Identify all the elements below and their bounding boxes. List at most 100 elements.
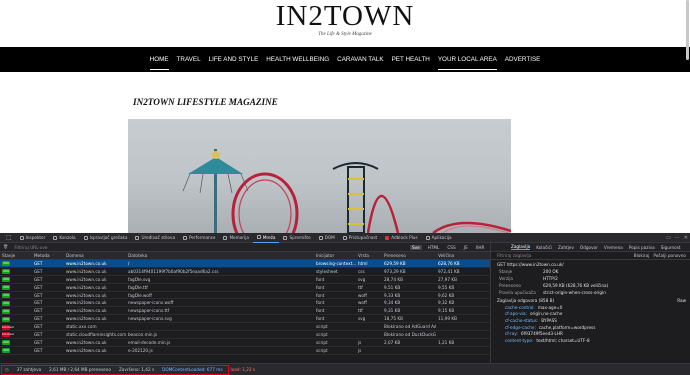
devtools-toolbar: ⬚ Inspektor Konzola Ispravljač grešaka U… [0, 233, 690, 243]
filter-js[interactable]: JS [462, 245, 470, 250]
file-cell: e-202120.js [128, 347, 153, 353]
tab-storage[interactable]: Spremište [279, 233, 314, 243]
nav-health-wellbeing[interactable]: HEALTH WELLBEING [262, 47, 333, 72]
nav-your-local-area[interactable]: YOUR LOCAL AREA [434, 47, 501, 72]
tab-security[interactable]: Sigurnost [661, 245, 681, 250]
block-button[interactable]: Blokiraj [634, 253, 650, 258]
tab-accessibility[interactable]: Pristupačnost [339, 233, 381, 243]
table-row[interactable]: 200 GET www.in2town.co.uk ab0314f9401199f7b… [0, 268, 490, 276]
col-transferred[interactable]: Preneseno [382, 253, 436, 258]
transferred-cell: 973,29 KB [384, 268, 406, 274]
col-initiator[interactable]: Inicijator [314, 253, 356, 258]
trash-icon[interactable]: 🗑 [3, 244, 8, 250]
header-line[interactable]: cache-control: max-age=0 [491, 304, 690, 311]
tab-inspector[interactable]: Inspektor [16, 233, 50, 243]
size-cell: 9,62 KB [438, 292, 455, 298]
transferred-cell: 18,75 KB [384, 316, 403, 322]
method-cell: GET [34, 276, 43, 282]
status-cell: blocked [0, 331, 32, 338]
col-domain[interactable]: Domena [64, 253, 126, 258]
file-cell: / [128, 260, 130, 266]
type-cell: js [358, 347, 362, 353]
adblock-plus-icon [385, 235, 390, 240]
col-status[interactable]: Stanje [0, 253, 32, 258]
col-type[interactable]: Vrsta [356, 253, 382, 258]
domain-cell: www.in2town.co.uk [66, 300, 107, 306]
table-row[interactable]: 200 GET www.in2town.co.uk fagDle.ttf font ttf… [0, 284, 490, 292]
status-cell: 200 [0, 339, 32, 346]
transferred-cell: Blokirano od DuckDuckGo Privac... [384, 331, 436, 337]
response-headers-section[interactable]: Zaglavlja odgovora (858 B) Raw [491, 296, 690, 304]
col-method[interactable]: Metoda [32, 253, 64, 258]
network-request-list: 🗑 Filtriraj URL-ove Sve HTML CSS JS XHR … [0, 243, 508, 363]
status-cell: 200 [0, 276, 32, 283]
tab-style-editor[interactable]: Uređivač stilova [131, 233, 179, 243]
field-value: HTTP/2 [543, 276, 558, 281]
tab-application[interactable]: Aplikacija [422, 233, 456, 243]
header-value: BYPASS [541, 317, 557, 323]
table-row[interactable]: 200 GET www.in2town.co.uk newspaper-icons.t… [0, 307, 490, 316]
nav-pet-health[interactable]: PET HEALTH [388, 47, 434, 72]
performance-icon[interactable]: ◷ [5, 367, 9, 372]
table-row[interactable]: 200 GET www.in2town.co.uk e-202120.js script… [0, 347, 490, 355]
nav-advertise[interactable]: ADVERTISE [501, 47, 545, 72]
transferred-cell: 9,34 KB [384, 300, 401, 306]
close-icon[interactable]: ✕ [684, 235, 688, 241]
page-scrollbar[interactable] [686, 0, 689, 60]
header-line[interactable]: cf-ray: 6f93749f5eed3-LHR [491, 330, 690, 337]
table-row[interactable]: 200 GET www.in2town.co.uk fagDle.svg font svg… [0, 276, 490, 284]
nav-home[interactable]: HOME [146, 47, 173, 72]
header-line[interactable]: cf-edge-cache: cache,platform=wordpress [491, 324, 690, 331]
filter-css[interactable]: CSS [445, 245, 457, 250]
table-row[interactable]: 200 GET www.in2town.co.uk fagDle.woff font wo… [0, 292, 490, 300]
table-row[interactable]: blocked GET static.cloudflareinsights.com b… [0, 331, 490, 339]
type-cell: woff [358, 292, 367, 298]
filter-headers-input[interactable]: Filtriraj zaglavlja [497, 253, 531, 258]
nav-travel[interactable]: TRAVEL [173, 47, 205, 72]
tab-memory-label: Memorija [229, 235, 249, 240]
pick-element-icon[interactable]: ⬚ [2, 233, 16, 243]
filter-urls-input[interactable]: Filtriraj URL-ove [14, 245, 47, 250]
tab-memory[interactable]: Memorija [219, 233, 252, 243]
tab-stack-trace[interactable]: Popis poziva [629, 245, 655, 250]
raw-toggle[interactable]: Raw [677, 298, 686, 303]
table-row[interactable]: 200 GET www.in2town.co.uk newspaper-icons.s… [0, 315, 490, 324]
filter-all[interactable]: Sve [410, 245, 422, 250]
tab-request[interactable]: Zahtjev [558, 245, 574, 250]
header-line[interactable]: cf-apo-via: origin,no-cache [491, 311, 690, 318]
method-cell: GET [34, 316, 43, 322]
tab-network[interactable]: Mreža [252, 233, 280, 243]
tab-adblock-plus[interactable]: Adblock Plus [381, 233, 421, 243]
initiator-cell: browsing-context... [316, 260, 356, 266]
tab-timings[interactable]: Vremena [604, 245, 623, 250]
col-file[interactable]: Datoteka [126, 253, 314, 258]
tab-performance[interactable]: Performanse [179, 233, 219, 243]
filter-xhr[interactable]: XHR [474, 245, 487, 250]
table-row[interactable]: 200 GET www.in2town.co.uk email-decode.min.… [0, 339, 490, 347]
header-line[interactable]: content-type: text/html; charset=UTF-8 [491, 337, 690, 344]
tab-response[interactable]: Odgovor [580, 245, 598, 250]
status-badge: 200 [2, 308, 10, 314]
tab-dom[interactable]: DOM [315, 233, 339, 243]
nav-life-and-style[interactable]: LIFE AND STYLE [205, 47, 263, 72]
filter-html[interactable]: HTML [426, 245, 442, 250]
field-value: 200 OK [543, 269, 559, 274]
tab-cookies[interactable]: Kolačići [536, 245, 552, 250]
status-cell: 200 [0, 347, 32, 354]
tab-debugger[interactable]: Ispravljač grešaka [80, 233, 132, 243]
more-options-icon[interactable]: ⋯ [675, 235, 680, 241]
dock-icon[interactable]: ▭ [666, 235, 671, 241]
status-badge: 200 [2, 269, 10, 275]
header-line[interactable]: cf-cache-status: BYPASS [491, 317, 690, 324]
tab-headers[interactable]: Zaglavlja [511, 244, 531, 250]
table-row[interactable]: 200 GET www.in2town.co.uk newspaper-icons.w… [0, 299, 490, 308]
resend-button[interactable]: Pošalji ponovno [653, 253, 686, 258]
table-row[interactable]: blocked GET static.xxx.com script Blokirano … [0, 323, 490, 332]
nav-caravan-talk[interactable]: CARAVAN TALK [333, 47, 387, 72]
site-logo[interactable]: IN2TOWN [0, 1, 690, 32]
table-row[interactable]: 200 GET www.in2town.co.uk / browsing-context… [0, 260, 490, 268]
details-tabs: Zaglavlja Kolačići Zahtjev Odgovor Vreme… [491, 243, 690, 252]
header-name: cf-apo-via: [505, 311, 527, 317]
col-size[interactable]: Veličina [436, 253, 490, 258]
tab-console[interactable]: Konzola [49, 233, 79, 243]
